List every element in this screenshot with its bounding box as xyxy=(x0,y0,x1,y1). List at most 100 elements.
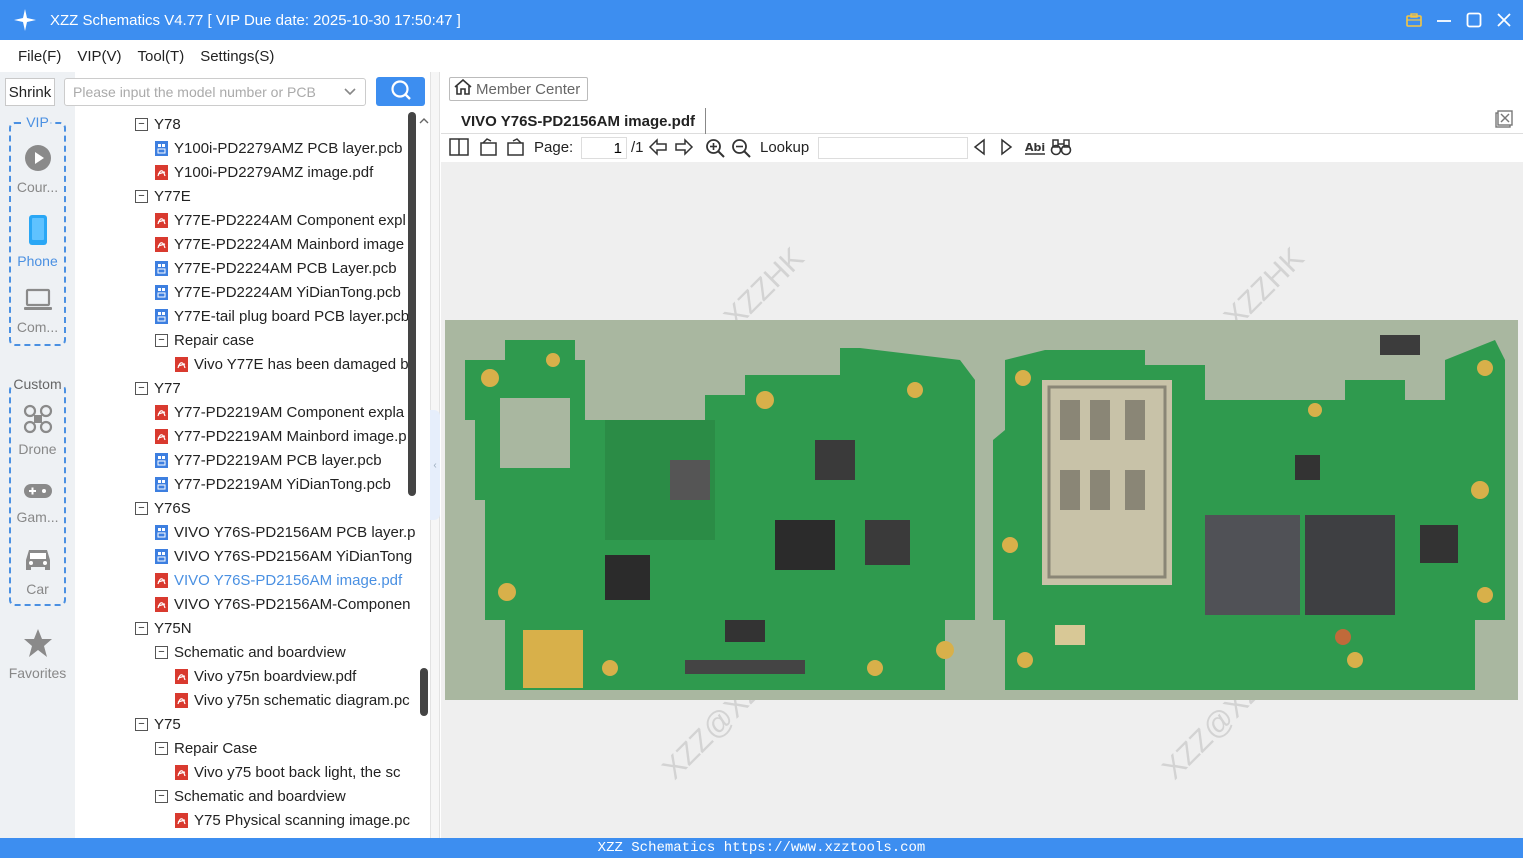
match-case-icon[interactable]: Abi xyxy=(1024,138,1046,156)
minimize-button[interactable] xyxy=(1435,11,1453,29)
tree-file[interactable]: Y77-PD2219AM Mainbord image.p xyxy=(155,424,407,448)
nav-games[interactable]: Gam... xyxy=(0,480,75,525)
page-total: /1 xyxy=(631,139,644,156)
close-tab-icon[interactable] xyxy=(1495,110,1513,131)
tree-folder[interactable]: − Repair case xyxy=(155,328,254,352)
briefcase-icon[interactable] xyxy=(1405,11,1423,29)
tree-folder[interactable]: − Schematic and boardview xyxy=(155,640,346,664)
tree-folder[interactable]: − Y75 xyxy=(135,712,181,736)
tree-file[interactable]: Y77E-PD2224AM Component expl xyxy=(155,208,406,232)
find-previous-icon[interactable] xyxy=(972,138,988,156)
menu-settings[interactable]: Settings(S) xyxy=(200,48,274,65)
tree-item-label: Schematic and boardview xyxy=(174,787,346,805)
tree-file[interactable]: VIVO Y76S-PD2156AM PCB layer.p xyxy=(155,520,416,544)
tree-file[interactable]: Y77E-PD2224AM PCB Layer.pcb xyxy=(155,256,397,280)
tree-file[interactable]: Y77-PD2219AM PCB layer.pcb xyxy=(155,448,382,472)
tree-item-label: Y75 Physical scanning image.pc xyxy=(194,811,410,829)
close-button[interactable] xyxy=(1495,11,1513,29)
menu-tool[interactable]: Tool(T) xyxy=(138,48,185,65)
pdf-file-icon xyxy=(155,428,168,444)
nav-computer[interactable]: Com... xyxy=(0,288,75,335)
zoom-in-icon[interactable] xyxy=(705,138,725,158)
nav-drone-label: Drone xyxy=(18,441,57,457)
find-binoculars-icon[interactable] xyxy=(1050,138,1072,156)
nav-phone[interactable]: Phone xyxy=(0,214,75,269)
find-next-icon[interactable] xyxy=(998,138,1014,156)
tree-item-label: Y77E-PD2224AM Component expl xyxy=(174,211,406,229)
maximize-button[interactable] xyxy=(1465,11,1483,29)
left-nav: Shrink VIP Cour... Phone Com... Custom D… xyxy=(0,72,75,838)
rotate-left-icon[interactable] xyxy=(479,138,499,156)
tree-folder[interactable]: − Y78 xyxy=(135,112,181,136)
nav-favorites-label: Favorites xyxy=(8,665,67,681)
tree-file[interactable]: Vivo y75n boardview.pdf xyxy=(175,664,356,688)
tree-folder[interactable]: − Repair Case xyxy=(155,736,257,760)
tree-file[interactable]: VIVO Y76S-PD2156AM image.pdf xyxy=(155,568,402,592)
tree-item-label: Y77-PD2219AM YiDianTong.pcb xyxy=(174,475,391,493)
collapse-toggle-icon[interactable]: − xyxy=(155,333,168,347)
tree-scrollbar-secondary[interactable] xyxy=(420,668,428,716)
collapse-toggle-icon[interactable]: − xyxy=(135,501,148,515)
zoom-out-icon[interactable] xyxy=(731,138,751,158)
page-number-input[interactable] xyxy=(581,137,627,159)
chevron-down-icon[interactable] xyxy=(343,84,357,101)
tree-file[interactable]: Vivo y75 boot back light, the sc xyxy=(175,760,401,784)
pdf-viewer[interactable]: XZZ@XZZHK XZZ@XZZHK XZZ@XZZHK XZZ@XZZHK xyxy=(441,162,1523,838)
menu-file[interactable]: File(F) xyxy=(18,48,61,65)
tree-scrollbar[interactable] xyxy=(408,112,416,496)
tab-active-document[interactable]: VIVO Y76S-PD2156AM image.pdf xyxy=(451,108,706,134)
menu-vip[interactable]: VIP(V) xyxy=(77,48,121,65)
tree-item-label: Vivo Y77E has been damaged b xyxy=(194,355,409,373)
collapse-toggle-icon[interactable]: − xyxy=(155,741,168,755)
tree-file[interactable]: Y77-PD2219AM YiDianTong.pcb xyxy=(155,472,391,496)
scroll-up-arrow-icon[interactable] xyxy=(418,113,430,129)
tree-file[interactable]: VIVO Y76S-PD2156AM YiDianTong xyxy=(155,544,412,568)
nav-drone[interactable]: Drone xyxy=(0,404,75,457)
next-page-icon[interactable] xyxy=(674,138,694,156)
search-input[interactable] xyxy=(73,84,333,100)
tree-file[interactable]: Y77E-PD2224AM Mainbord image xyxy=(155,232,404,256)
collapse-toggle-icon[interactable]: − xyxy=(155,789,168,803)
two-page-view-icon[interactable] xyxy=(449,138,469,156)
tree-folder[interactable]: − Y75N xyxy=(135,616,192,640)
tree-item-label: Y77E-PD2224AM Mainbord image xyxy=(174,235,405,253)
collapse-toggle-icon[interactable]: − xyxy=(135,189,148,203)
collapse-panel-handle[interactable]: ‹ xyxy=(430,410,440,520)
collapse-toggle-icon[interactable]: − xyxy=(135,621,148,635)
model-search-box[interactable] xyxy=(64,78,366,106)
shrink-button[interactable]: Shrink xyxy=(5,78,55,106)
play-circle-icon xyxy=(0,144,75,175)
collapse-toggle-icon[interactable]: − xyxy=(135,717,148,731)
collapse-toggle-icon[interactable]: − xyxy=(155,645,168,659)
tree-folder[interactable]: − Y77E xyxy=(135,184,191,208)
member-center-button[interactable]: Member Center xyxy=(449,77,588,101)
tree-item-label: Y75N xyxy=(154,619,192,637)
rotate-right-icon[interactable] xyxy=(505,138,525,156)
tree-file[interactable]: Y100i-PD2279AMZ PCB layer.pcb xyxy=(155,136,402,160)
tree-item-label: Y100i-PD2279AMZ image.pdf xyxy=(174,163,374,181)
tree-file[interactable]: Y75 Physical scanning image.pc xyxy=(175,808,410,832)
nav-courses[interactable]: Cour... xyxy=(0,144,75,195)
tree-file[interactable]: Vivo y75n schematic diagram.pc xyxy=(175,688,410,712)
app-logo-icon xyxy=(0,0,50,40)
tree-file[interactable]: Y77-PD2219AM Component expla xyxy=(155,400,404,424)
search-button[interactable] xyxy=(376,77,425,106)
tree-folder[interactable]: − Schematic and boardview xyxy=(155,784,346,808)
nav-car[interactable]: Car xyxy=(0,546,75,597)
tree-folder[interactable]: − Y77 xyxy=(135,376,181,400)
previous-page-icon[interactable] xyxy=(648,138,668,156)
tree-file[interactable]: VIVO Y76S-PD2156AM-Componen xyxy=(155,592,411,616)
tree-item-label: Y77-PD2219AM PCB layer.pcb xyxy=(174,451,382,469)
tree-file[interactable]: Y100i-PD2279AMZ image.pdf xyxy=(155,160,373,184)
collapse-toggle-icon[interactable]: − xyxy=(135,381,148,395)
tree-file[interactable]: Vivo Y77E has been damaged b xyxy=(175,352,409,376)
tree-file[interactable]: Y77E-PD2224AM YiDianTong.pcb xyxy=(155,280,401,304)
tree-file[interactable]: Y77E-tail plug board PCB layer.pcb xyxy=(155,304,409,328)
collapse-toggle-icon[interactable]: − xyxy=(135,117,148,131)
lookup-input[interactable] xyxy=(818,137,968,159)
tree-folder[interactable]: − Y76S xyxy=(135,496,191,520)
menu-bar: File(F) VIP(V) Tool(T) Settings(S) xyxy=(0,40,1523,72)
nav-favorites[interactable]: Favorites xyxy=(0,628,75,681)
drone-icon xyxy=(0,404,75,437)
laptop-icon xyxy=(0,288,75,315)
